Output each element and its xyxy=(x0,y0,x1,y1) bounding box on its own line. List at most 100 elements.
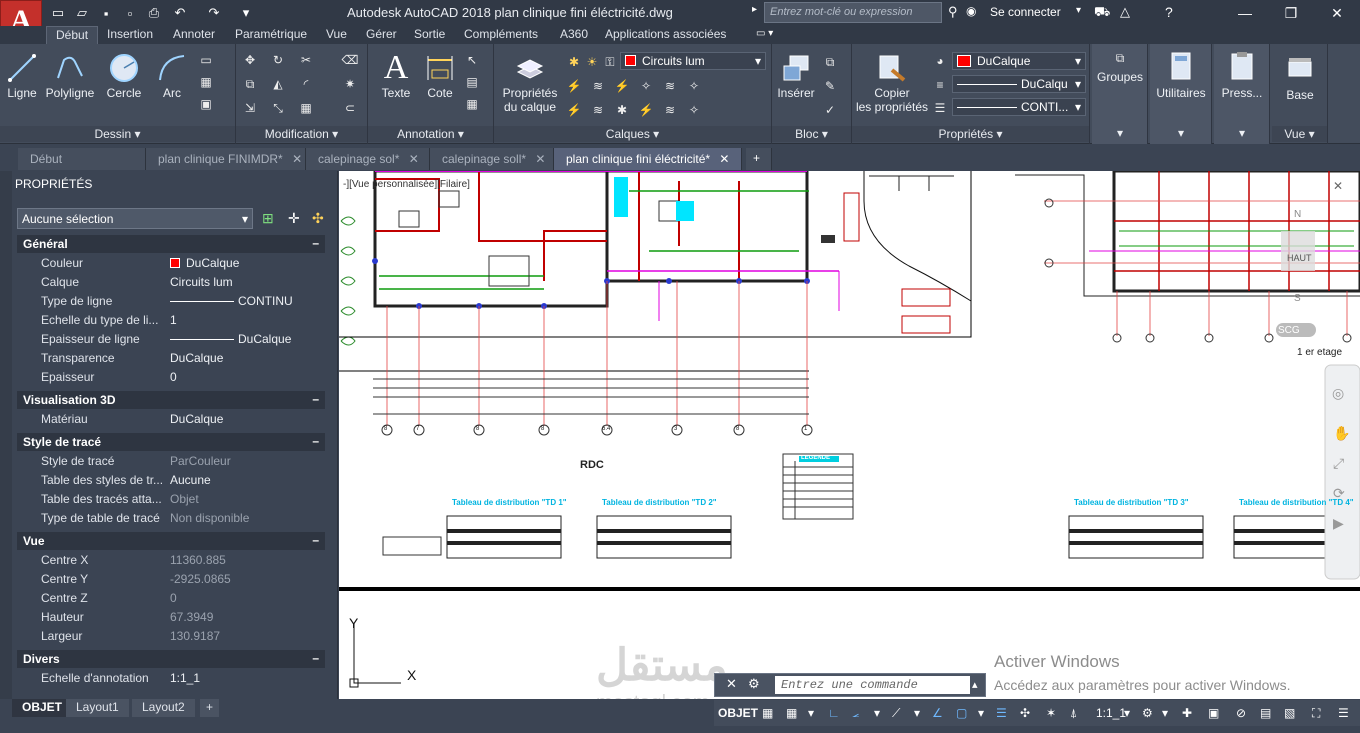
layer-tool-7-icon[interactable]: ⚡ xyxy=(566,102,582,118)
quick-access-dropdown-icon[interactable]: ▾ xyxy=(236,3,256,23)
panel-label-proprietes[interactable]: Propriétés ▾ xyxy=(852,126,1089,142)
markup-icon[interactable]: ▦ xyxy=(464,96,480,112)
trim-icon[interactable]: ✂ xyxy=(298,52,314,68)
search-input[interactable]: Entrez mot-clé ou expression xyxy=(764,2,942,23)
customize-icon[interactable]: ☰ xyxy=(1338,705,1349,721)
panel-label-calques[interactable]: Calques ▾ xyxy=(494,126,771,142)
create-block-icon[interactable]: ⧉ xyxy=(822,54,838,70)
prop-row[interactable]: Echelle d'annotation 1:1_1 xyxy=(17,669,325,688)
tab-insertion[interactable]: Insertion xyxy=(98,26,162,44)
close-icon[interactable]: ✕ xyxy=(1314,0,1360,26)
layer-tool-2-icon[interactable]: ≋ xyxy=(590,78,606,94)
tab-parametrique[interactable]: Paramétrique xyxy=(226,26,316,44)
tab-complements[interactable]: Compléments xyxy=(455,26,547,44)
viewport-close-icon[interactable]: ✕ xyxy=(1333,179,1343,193)
close-icon[interactable]: ✕ xyxy=(726,676,737,692)
prop-row[interactable]: Largeur 130.9187 xyxy=(17,627,325,646)
close-icon[interactable]: ✕ xyxy=(292,152,302,166)
layer-tool-9-icon[interactable]: ✱ xyxy=(614,102,630,118)
model-space-button[interactable]: OBJET xyxy=(718,705,758,721)
prop-row[interactable]: Table des styles de tr... Aucune xyxy=(17,471,325,490)
search-expand-icon[interactable]: ▸ xyxy=(752,4,764,22)
text-button[interactable]: A Texte xyxy=(376,50,416,101)
select-objects-icon[interactable]: ✛ xyxy=(288,210,300,227)
print-icon[interactable]: ⎙ xyxy=(144,3,164,23)
layout-tab-layout2[interactable]: Layout2 xyxy=(132,699,195,717)
sign-in-button[interactable]: Se connecter xyxy=(990,5,1061,19)
steering-wheel-icon[interactable]: ◎ xyxy=(1332,385,1344,402)
zoom-extents-icon[interactable]: ⤢ xyxy=(1333,455,1344,472)
doc-tab-calepinage-soll[interactable]: calepinage soll* ✕ xyxy=(430,148,554,170)
hatch-icon[interactable]: ▦ xyxy=(198,74,214,90)
color-dropdown[interactable]: DuCalque ▾ xyxy=(952,52,1086,70)
lineweight-dropdown[interactable]: DuCalqu ▾ xyxy=(952,75,1086,93)
mirror-icon[interactable]: ◭ xyxy=(270,76,286,92)
section-style-de-trace[interactable]: Style de tracé – xyxy=(17,433,325,451)
undo-icon[interactable]: ↶ xyxy=(170,3,190,23)
plus-icon[interactable]: ✚ xyxy=(1182,705,1192,721)
polar-icon[interactable]: ⦟ xyxy=(852,705,859,721)
prop-row[interactable]: Transparence DuCalque xyxy=(17,349,325,368)
section-divers[interactable]: Divers – xyxy=(17,650,325,668)
cart-icon[interactable]: ⛟ xyxy=(1094,4,1110,22)
open-folder-icon[interactable]: ▱ xyxy=(72,3,92,23)
minimize-icon[interactable]: — xyxy=(1222,0,1268,26)
stretch-icon[interactable]: ⇲ xyxy=(242,100,258,116)
close-icon[interactable]: ✕ xyxy=(719,152,729,166)
chevron-down-icon[interactable]: ▾ xyxy=(914,705,920,721)
panel-presse-papiers[interactable]: Press... ▾ xyxy=(1214,44,1270,144)
line-button[interactable]: Ligne xyxy=(4,52,40,100)
selection-dropdown[interactable]: Aucune sélection ▾ xyxy=(17,208,253,229)
section-general[interactable]: Général – xyxy=(17,235,325,253)
showmotion-icon[interactable]: ▶ xyxy=(1333,515,1344,532)
chevron-down-icon[interactable]: ▾ xyxy=(1162,705,1168,721)
prop-row[interactable]: Type de ligne CONTINU xyxy=(17,292,325,311)
layout-tab-objet[interactable]: OBJET xyxy=(12,699,73,717)
prop-row[interactable]: Table des tracés atta... Objet xyxy=(17,490,325,509)
section-visualisation-3d[interactable]: Visualisation 3D – xyxy=(17,391,325,409)
tab-debut[interactable]: Début xyxy=(46,26,99,44)
leader-icon[interactable]: ↖ xyxy=(464,52,480,68)
scg-label[interactable]: SCG xyxy=(1278,325,1300,336)
doc-tab-plan-electricite[interactable]: plan clinique fini éléctricité* ✕ xyxy=(554,148,742,170)
units-icon[interactable]: ▣ xyxy=(1208,705,1219,721)
tab-sortie[interactable]: Sortie xyxy=(405,26,454,44)
panel-label-vue[interactable]: Vue ▾ xyxy=(1272,126,1327,142)
redo-icon[interactable]: ↷ xyxy=(204,3,224,23)
hardware-acceleration-icon[interactable]: ▤ xyxy=(1260,705,1271,721)
tab-applications-associees[interactable]: Applications associées xyxy=(596,26,735,44)
viewcube-top[interactable]: HAUT xyxy=(1287,253,1312,263)
polyline-button[interactable]: Polyligne xyxy=(44,52,96,100)
section-vue[interactable]: Vue – xyxy=(17,532,325,550)
drawing-canvas[interactable]: -][Vue personnalisée][Filaire] RDC 1 er … xyxy=(339,171,1360,699)
panel-label-annotation[interactable]: Annotation ▾ xyxy=(368,126,493,142)
layer-tool-8-icon[interactable]: ≋ xyxy=(590,102,606,118)
panel-groupes[interactable]: ⧉ Groupes ▾ xyxy=(1092,44,1148,144)
quick-select-icon[interactable]: ✣ xyxy=(312,210,324,227)
prop-row[interactable]: Hauteur 67.3949 xyxy=(17,608,325,627)
prop-row[interactable]: Couleur DuCalque xyxy=(17,254,325,273)
boundary-icon[interactable]: ▣ xyxy=(198,96,214,112)
isodraft-icon[interactable]: ⟋ xyxy=(892,705,900,721)
chevron-down-icon[interactable]: ▾ xyxy=(978,705,984,721)
linetype-dropdown[interactable]: CONTI... ▾ xyxy=(952,98,1086,116)
scale-icon[interactable]: ⤡ xyxy=(270,100,286,116)
prop-row[interactable]: Centre X 11360.885 xyxy=(17,551,325,570)
pan-hand-icon[interactable]: ✋ xyxy=(1333,425,1350,442)
move-icon[interactable]: ✥ xyxy=(242,52,258,68)
arc-button[interactable]: Arc xyxy=(152,52,192,100)
explode-icon[interactable]: ✷ xyxy=(342,76,358,92)
exchange-icon[interactable]: △ xyxy=(1120,4,1130,20)
prop-row[interactable]: Centre Y -2925.0865 xyxy=(17,570,325,589)
grid-icon[interactable]: ▦ xyxy=(762,705,773,721)
array-icon[interactable]: ▦ xyxy=(298,100,314,116)
chevron-down-icon[interactable]: ▾ xyxy=(1124,705,1130,721)
circle-button[interactable]: Cercle xyxy=(104,52,144,100)
tab-vue[interactable]: Vue xyxy=(317,26,356,44)
new-tab-icon[interactable]: + xyxy=(746,148,772,170)
close-icon[interactable]: ✕ xyxy=(535,152,545,166)
tab-a360[interactable]: A360 xyxy=(551,26,597,44)
layer-tool-10-icon[interactable]: ⚡ xyxy=(638,102,654,118)
base-button[interactable]: Base xyxy=(1272,88,1328,102)
rectangle-icon[interactable]: ▭ xyxy=(198,52,214,68)
